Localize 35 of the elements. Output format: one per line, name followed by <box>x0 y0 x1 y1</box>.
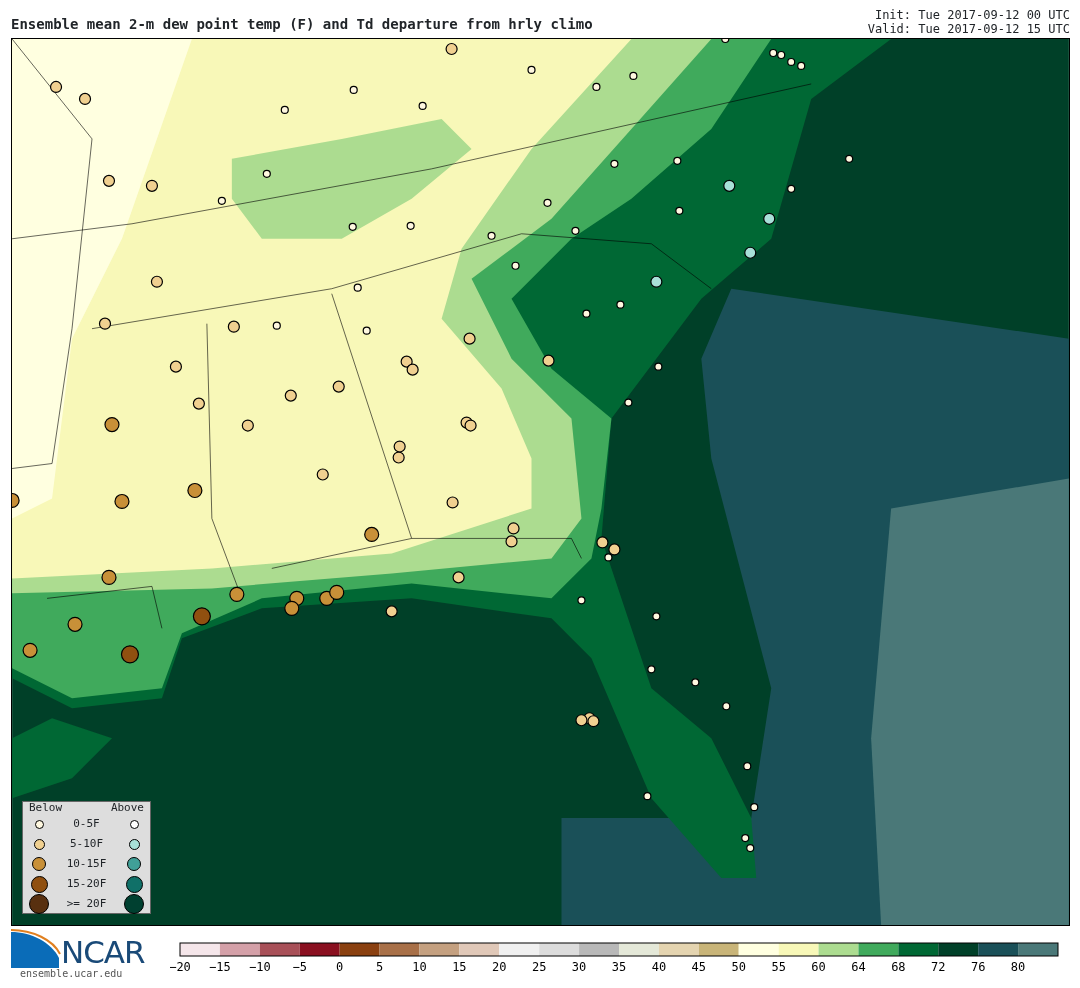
tick-label: 25 <box>531 960 547 974</box>
tick-label: −15 <box>209 960 231 974</box>
tick-label: 68 <box>891 960 906 974</box>
tick-label: −5 <box>292 960 307 974</box>
legend-label: >= 20F <box>66 896 107 910</box>
tick-label: 40 <box>651 960 667 974</box>
tick-label: 0 <box>336 960 344 974</box>
legend-label: 10-15F <box>66 856 107 870</box>
logo-wordmark: NCAR <box>61 937 145 968</box>
legend-label: 5-10F <box>69 836 104 850</box>
tick-label: 80 <box>1010 960 1026 974</box>
legend-header: Above <box>110 802 144 814</box>
chart-title: Ensemble mean 2-m dew point temp (F) and Td departure from hrly climo <box>11 15 593 34</box>
tick-label: 64 <box>851 960 866 974</box>
tick-label: −10 <box>248 960 271 974</box>
legend-header: Below <box>29 802 63 814</box>
tick-label: 30 <box>571 960 587 974</box>
tick-label: 20 <box>492 960 507 974</box>
logo-swoosh-icon <box>11 928 61 968</box>
tick-label: 15 <box>452 960 467 974</box>
tick-label: −20 <box>169 960 191 974</box>
tick-label: 45 <box>691 960 707 974</box>
tick-label: 76 <box>970 960 986 974</box>
tick-label: 50 <box>731 960 746 974</box>
tick-label: 10 <box>412 960 427 974</box>
tick-label: 35 <box>611 960 627 974</box>
legend-label: 0-5F <box>73 816 100 830</box>
tick-label: 55 <box>771 960 786 974</box>
tick-label: 60 <box>811 960 826 974</box>
valid-time: Valid: Tue 2017-09-12 15 UTC <box>867 22 1070 36</box>
tick-label: 72 <box>931 960 946 974</box>
legend-label: 15-20F <box>66 876 107 890</box>
site-url: ensemble.ucar.edu <box>20 968 124 979</box>
init-time: Init: Tue 2017-09-12 00 UTC <box>873 8 1070 22</box>
tick-label: 5 <box>375 960 384 974</box>
